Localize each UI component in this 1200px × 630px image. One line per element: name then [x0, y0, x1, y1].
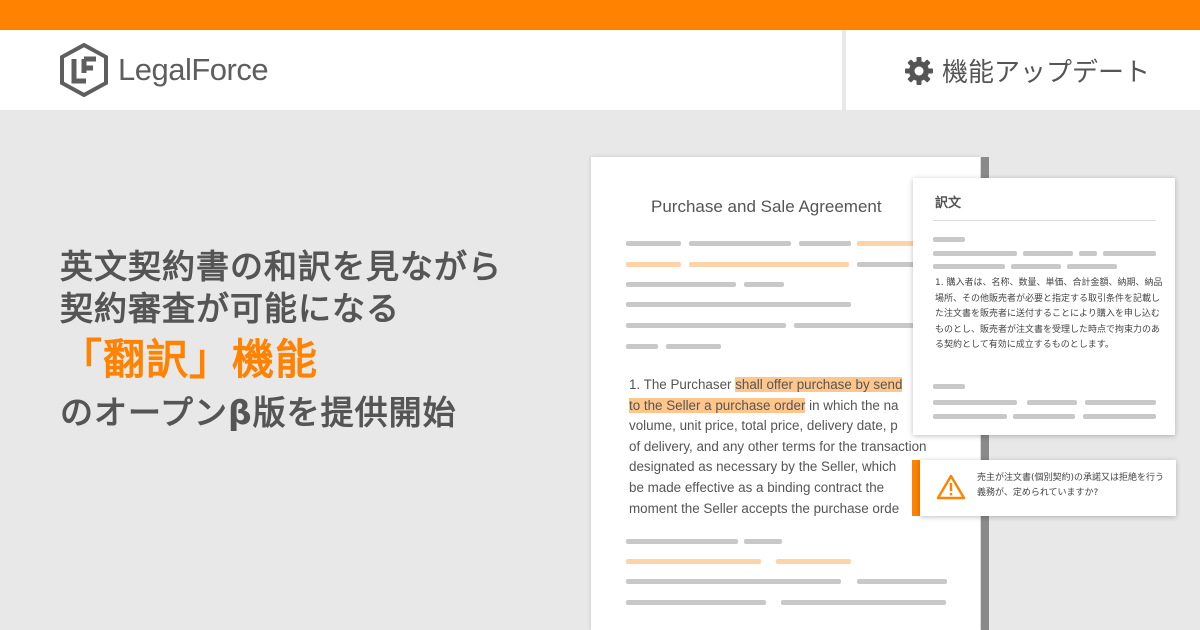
- text-placeholder-line: [933, 264, 1005, 269]
- text-placeholder-line: [1103, 251, 1156, 256]
- warning-icon: [936, 474, 966, 500]
- clause-highlight[interactable]: shall offer purchase by send: [735, 377, 903, 392]
- translation-divider: [933, 220, 1156, 221]
- text-placeholder-line: [689, 241, 791, 246]
- text-placeholder-line: [1023, 251, 1073, 256]
- clause-highlight[interactable]: to the Seller a purchase order: [629, 397, 806, 413]
- legalforce-logo-icon: [60, 43, 108, 97]
- headline-feature-name: 「翻訳」機能: [60, 335, 319, 384]
- highlight-placeholder-line: [626, 262, 681, 267]
- brand-logo[interactable]: LegalForce: [60, 43, 269, 97]
- text-placeholder-line: [1013, 414, 1075, 419]
- translation-title: 訳文: [935, 196, 962, 211]
- text-placeholder-line: [626, 344, 658, 349]
- text-placeholder-line: [626, 282, 736, 287]
- text-placeholder-line: [626, 600, 766, 605]
- text-placeholder-line: [626, 323, 786, 328]
- text-placeholder-line: [781, 600, 946, 605]
- headline: 英文契約書の和訳を見ながら 契約審査が可能になる 「翻訳」機能 のオープンβ版を…: [60, 246, 502, 434]
- document-title: Purchase and Sale Agreement: [651, 197, 882, 216]
- text-placeholder-line: [933, 251, 1017, 256]
- text-placeholder-line: [1027, 400, 1077, 405]
- translation-panel: 訳文 1. 購入者は、名称、数量、単価、合計金額、納期、納品場所、その他販売者が…: [913, 178, 1175, 435]
- text-placeholder-line: [857, 262, 917, 267]
- text-placeholder-line: [857, 579, 947, 584]
- text-placeholder-line: [1085, 400, 1156, 405]
- clause-line: of delivery, and any other terms for the…: [629, 438, 927, 454]
- text-placeholder-line: [933, 237, 965, 242]
- gear-icon: [905, 56, 933, 85]
- text-placeholder-line: [744, 282, 784, 287]
- feature-update-label: 機能アップデート: [942, 58, 1151, 88]
- text-placeholder-line: [1067, 264, 1117, 269]
- text-placeholder-line: [933, 384, 965, 389]
- highlight-placeholder-line: [776, 559, 851, 564]
- highlight-placeholder-line: [689, 262, 849, 267]
- alert-text: 売主が注文書(個別契約)の承諾又は拒絶を行う義務が、定められていますか?: [977, 473, 1165, 498]
- headline-line-1: 英文契約書の和訳を見ながら: [60, 247, 502, 286]
- highlight-placeholder-line: [857, 241, 917, 246]
- text-placeholder-line: [794, 323, 914, 328]
- text-placeholder-line: [1083, 414, 1156, 419]
- text-placeholder-line: [933, 414, 1007, 419]
- headline-line-2: 契約審査が可能になる: [60, 289, 400, 328]
- text-placeholder-line: [626, 302, 851, 307]
- translation-text: 1. 購入者は、名称、数量、単価、合計金額、納期、納品場所、その他販売者が必要と…: [935, 278, 1163, 350]
- header: LegalForce 機能アップデート: [0, 30, 1200, 110]
- brand-name: LegalForce: [118, 52, 269, 87]
- alert-accent: [912, 460, 920, 516]
- top-accent-bar: [0, 0, 1200, 30]
- highlight-placeholder-line: [626, 559, 761, 564]
- text-placeholder-line: [1079, 251, 1097, 256]
- text-placeholder-line: [799, 241, 851, 246]
- text-placeholder-line: [626, 539, 738, 544]
- text-placeholder-line: [744, 539, 782, 544]
- text-placeholder-line: [933, 400, 1017, 405]
- header-divider: [842, 30, 846, 110]
- feature-update-badge: 機能アップデート: [904, 52, 1150, 89]
- headline-line-4: のオープンβ版を提供開始: [60, 393, 457, 432]
- text-placeholder-line: [666, 344, 721, 349]
- text-placeholder-line: [1011, 264, 1061, 269]
- text-placeholder-line: [626, 579, 841, 584]
- text-placeholder-line: [626, 241, 681, 246]
- review-alert[interactable]: 売主が注文書(個別契約)の承諾又は拒絶を行う義務が、定められていますか?: [920, 460, 1176, 516]
